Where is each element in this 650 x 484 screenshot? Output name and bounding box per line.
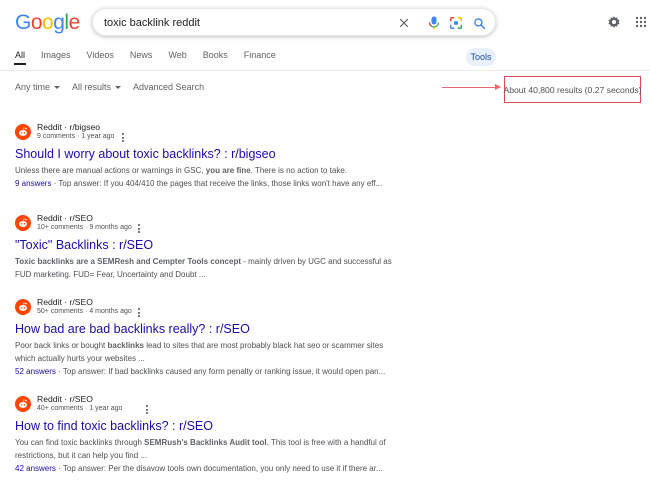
search-tabs: All Images Videos News Web Books Finance [13, 46, 292, 68]
clear-icon[interactable] [395, 14, 413, 32]
header: Google [0, 0, 650, 44]
result-source[interactable]: Reddit · r/SEO 50+ comments · 4 months a… [15, 297, 395, 317]
any-time-dropdown[interactable]: Any time [15, 82, 61, 92]
logo-letter: o [30, 11, 43, 34]
snippet-text: Poor back links or bought [15, 341, 108, 350]
tab-books[interactable]: Books [203, 50, 228, 65]
result-title-link[interactable]: Should I worry about toxic backlinks? : … [15, 147, 395, 161]
reddit-icon [15, 396, 31, 412]
top-answer-text: · Top answer: Per the disavow tools own … [55, 464, 383, 473]
answers-count-link[interactable]: 42 answers [15, 464, 56, 473]
snippet-text: . There is no action to take. [250, 166, 348, 175]
result-title-link[interactable]: How bad are bad backlinks really? : r/SE… [15, 322, 395, 336]
logo-letter: o [42, 11, 54, 34]
tab-web[interactable]: Web [168, 50, 186, 65]
filter-bar: Any time All results Advanced Search [15, 82, 216, 92]
caret-down-icon [54, 85, 61, 89]
all-results-label: All results [72, 82, 112, 92]
result-source[interactable]: Reddit · r/SEO 40+ comments · 1 year ago [15, 394, 395, 414]
top-answer-text: · Top answer: If bad backlinks caused an… [55, 367, 386, 376]
result-site-name: Reddit · r/SEO [37, 213, 93, 223]
result-snippet: You can find toxic backlinks through SEM… [15, 436, 395, 462]
tab-finance[interactable]: Finance [244, 50, 276, 65]
result-title-link[interactable]: "Toxic" Backlinks : r/SEO [15, 238, 395, 252]
lens-search-icon[interactable] [447, 14, 465, 32]
reddit-icon [15, 124, 31, 140]
result-title-link[interactable]: How to find toxic backlinks? : r/SEO [15, 419, 395, 433]
result-site-name: Reddit · r/SEO [37, 394, 93, 404]
more-options-icon[interactable] [136, 308, 142, 317]
more-options-icon[interactable] [144, 405, 150, 414]
advanced-search-link[interactable]: Advanced Search [133, 82, 204, 92]
more-options-icon[interactable] [120, 133, 126, 142]
snippet-text: You can find toxic backlinks through [15, 438, 145, 447]
search-result: Reddit · r/SEO 10+ comments · 9 months a… [15, 213, 395, 281]
search-input[interactable] [104, 14, 394, 32]
result-meta: 40+ comments · 1 year ago [37, 405, 123, 412]
annotation-arrow [442, 84, 501, 90]
result-snippet: Toxic backlinks are a SEMResh and Cempte… [15, 255, 395, 281]
result-source[interactable]: Reddit · r/bigseo 9 comments · 1 year ag… [15, 122, 395, 142]
result-answers: 42 answers · Top answer: Per the disavow… [15, 462, 395, 475]
logo-letter: G [15, 11, 31, 34]
result-meta: 50+ comments · 4 months ago [37, 308, 132, 315]
result-meta: 9 comments · 1 year ago [37, 133, 115, 140]
search-result: Reddit · r/SEO 40+ comments · 1 year ago… [15, 394, 395, 475]
google-logo[interactable]: Google [15, 11, 80, 35]
logo-letter: e [68, 11, 81, 34]
answers-count-link[interactable]: 9 answers [15, 179, 51, 188]
snippet-highlight: Toxic backlinks are a SEMResh and Cempte… [15, 257, 241, 266]
voice-search-icon[interactable] [425, 14, 443, 32]
result-answers: 52 answers · Top answer: If bad backlink… [15, 365, 395, 378]
logo-letter: g [53, 11, 65, 34]
top-answer-text: · Top answer: If you 404/410 the pages t… [51, 179, 383, 188]
tab-news[interactable]: News [130, 50, 153, 65]
snippet-highlight: SEMRush's Backlinks Audit tool [144, 438, 267, 447]
result-snippet: Unless there are manual actions or warni… [15, 164, 395, 177]
any-time-label: Any time [15, 82, 51, 92]
search-result: Reddit · r/SEO 50+ comments · 4 months a… [15, 297, 395, 378]
tools-button[interactable]: Tools [466, 48, 496, 66]
reddit-icon [15, 215, 31, 231]
tab-images[interactable]: Images [41, 50, 71, 65]
snippet-highlight: you are fine [205, 166, 251, 175]
caret-down-icon [115, 85, 122, 89]
snippet-highlight: backlinks [107, 341, 144, 350]
apps-grid-icon[interactable] [632, 13, 650, 31]
result-stats: About 40,800 results (0.27 seconds) [503, 76, 642, 103]
tab-all[interactable]: All [13, 50, 27, 65]
result-snippet: Poor back links or bought backlinks lead… [15, 339, 395, 365]
snippet-text: Unless there are manual actions or warni… [15, 166, 206, 175]
all-results-dropdown[interactable]: All results [72, 82, 122, 92]
tab-videos[interactable]: Videos [87, 50, 114, 65]
header-divider [0, 70, 650, 71]
reddit-icon [15, 299, 31, 315]
answers-count-link[interactable]: 52 answers [15, 367, 56, 376]
search-result: Reddit · r/bigseo 9 comments · 1 year ag… [15, 122, 395, 190]
search-icon[interactable] [470, 14, 488, 32]
result-site-name: Reddit · r/bigseo [37, 122, 101, 132]
result-source[interactable]: Reddit · r/SEO 10+ comments · 9 months a… [15, 213, 395, 233]
search-box[interactable] [92, 8, 496, 36]
settings-gear-icon[interactable] [605, 13, 623, 31]
more-options-icon[interactable] [136, 224, 142, 233]
result-answers: 9 answers · Top answer: If you 404/410 t… [15, 177, 395, 190]
result-site-name: Reddit · r/SEO [37, 297, 93, 307]
result-meta: 10+ comments · 9 months ago [37, 224, 132, 231]
